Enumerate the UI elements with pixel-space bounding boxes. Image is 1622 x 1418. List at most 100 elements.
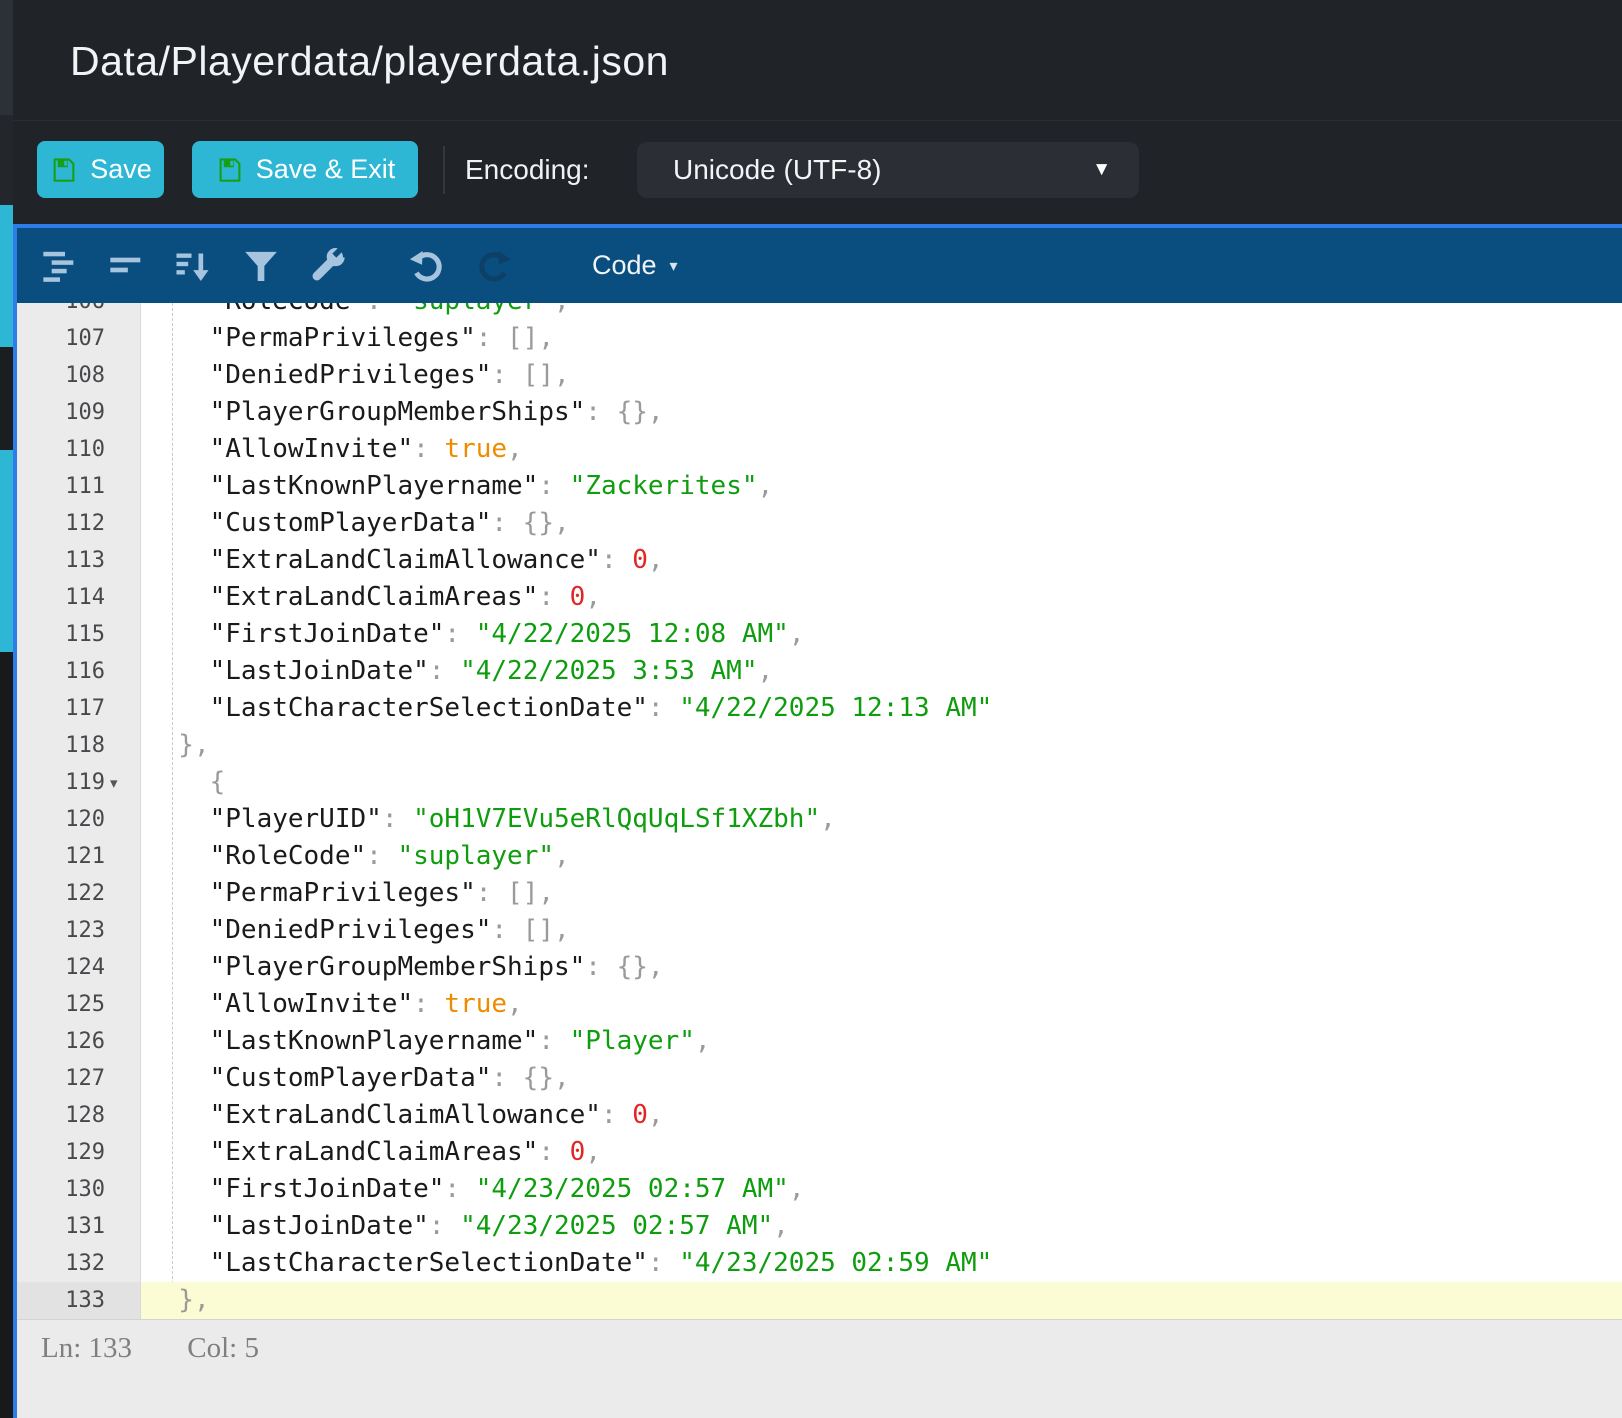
code-line-text[interactable]: "RoleCode": "suplayer",: [141, 303, 1622, 320]
mode-selector-label: Code: [592, 250, 657, 281]
code-line-text[interactable]: "ExtraLandClaimAreas": 0,: [141, 1134, 1622, 1171]
code-line[interactable]: 131 "LastJoinDate": "4/23/2025 02:57 AM"…: [17, 1208, 1622, 1245]
line-number: 115: [17, 622, 105, 647]
code-line[interactable]: 126 "LastKnownPlayername": "Player",: [17, 1023, 1622, 1060]
code-line-text[interactable]: "DeniedPrivileges": [],: [141, 912, 1622, 949]
code-line[interactable]: 125 "AllowInvite": true,: [17, 986, 1622, 1023]
file-editor-window: Data/Playerdata/playerdata.json Save Sav…: [0, 0, 1622, 1418]
edge-segment: [0, 0, 13, 115]
code-line[interactable]: 117 "LastCharacterSelectionDate": "4/22/…: [17, 690, 1622, 727]
encoding-label: Encoding:: [465, 141, 590, 198]
code-line-text[interactable]: "LastKnownPlayername": "Zackerites",: [141, 468, 1622, 505]
code-line[interactable]: 128 "ExtraLandClaimAllowance": 0,: [17, 1097, 1622, 1134]
code-line-text[interactable]: "LastJoinDate": "4/22/2025 3:53 AM",: [141, 653, 1622, 690]
code-line-text[interactable]: "AllowInvite": true,: [141, 986, 1622, 1023]
format-button[interactable]: [39, 245, 81, 287]
code-line[interactable]: 107 "PermaPrivileges": [],: [17, 320, 1622, 357]
repair-button[interactable]: [307, 245, 349, 287]
gutter-cell: 120: [17, 801, 141, 838]
underlying-page-edge: [0, 0, 13, 1418]
code-line-text[interactable]: "PlayerGroupMemberShips": {},: [141, 949, 1622, 986]
code-line[interactable]: 106 "RoleCode": "suplayer",: [17, 303, 1622, 320]
edge-segment: [0, 115, 13, 205]
status-bar: Ln: 133 Col: 5: [17, 1319, 1622, 1418]
undo-button[interactable]: [406, 245, 448, 287]
code-line-text[interactable]: "FirstJoinDate": "4/23/2025 02:57 AM",: [141, 1171, 1622, 1208]
chevron-down-icon: ▼: [1092, 159, 1111, 181]
code-line-text[interactable]: "RoleCode": "suplayer",: [141, 838, 1622, 875]
sort-button[interactable]: [173, 245, 215, 287]
code-line[interactable]: 108 "DeniedPrivileges": [],: [17, 357, 1622, 394]
code-line-text[interactable]: "CustomPlayerData": {},: [141, 505, 1622, 542]
encoding-dropdown[interactable]: Unicode (UTF-8) ▼: [637, 142, 1139, 198]
chevron-down-icon: ▾: [670, 256, 678, 276]
code-line-text[interactable]: "DeniedPrivileges": [],: [141, 357, 1622, 394]
code-line-text[interactable]: "PermaPrivileges": [],: [141, 320, 1622, 357]
code-line[interactable]: 119▾ {: [17, 764, 1622, 801]
code-line[interactable]: 130 "FirstJoinDate": "4/23/2025 02:57 AM…: [17, 1171, 1622, 1208]
code-line-text[interactable]: "PlayerUID": "oH1V7EVu5eRlQqUqLSf1XZbh",: [141, 801, 1622, 838]
redo-icon: [474, 246, 514, 286]
code-line-text[interactable]: "ExtraLandClaimAllowance": 0,: [141, 542, 1622, 579]
gutter-cell: 117: [17, 690, 141, 727]
code-line[interactable]: 122 "PermaPrivileges": [],: [17, 875, 1622, 912]
gutter-cell: 131: [17, 1208, 141, 1245]
mode-selector[interactable]: Code ▾: [586, 249, 684, 282]
compact-button[interactable]: [106, 245, 148, 287]
code-line[interactable]: 110 "AllowInvite": true,: [17, 431, 1622, 468]
code-line[interactable]: 109 "PlayerGroupMemberShips": {},: [17, 394, 1622, 431]
code-line[interactable]: 121 "RoleCode": "suplayer",: [17, 838, 1622, 875]
gutter-cell: 124: [17, 949, 141, 986]
code-line[interactable]: 112 "CustomPlayerData": {},: [17, 505, 1622, 542]
code-line[interactable]: 129 "ExtraLandClaimAreas": 0,: [17, 1134, 1622, 1171]
save-button-label: Save: [90, 154, 152, 185]
code-editor-area[interactable]: 106 "RoleCode": "suplayer",107 "PermaPri…: [17, 303, 1622, 1319]
code-line-text[interactable]: "ExtraLandClaimAreas": 0,: [141, 579, 1622, 616]
code-line-text[interactable]: "LastKnownPlayername": "Player",: [141, 1023, 1622, 1060]
code-line-text[interactable]: "PlayerGroupMemberShips": {},: [141, 394, 1622, 431]
code-line-text[interactable]: "ExtraLandClaimAllowance": 0,: [141, 1097, 1622, 1134]
code-line-text[interactable]: "PermaPrivileges": [],: [141, 875, 1622, 912]
transform-filter-button[interactable]: [240, 245, 282, 287]
save-button[interactable]: Save: [37, 141, 164, 198]
gutter-cell: 121: [17, 838, 141, 875]
code-line[interactable]: 123 "DeniedPrivileges": [],: [17, 912, 1622, 949]
status-line-indicator: Ln: 133: [41, 1332, 132, 1364]
code-line-text[interactable]: {: [141, 764, 1622, 801]
code-line-text[interactable]: "LastCharacterSelectionDate": "4/22/2025…: [141, 690, 1622, 727]
fold-toggle-icon[interactable]: ▾: [105, 774, 140, 792]
code-line-text[interactable]: },: [141, 1282, 1622, 1319]
code-line[interactable]: 127 "CustomPlayerData": {},: [17, 1060, 1622, 1097]
redo-button[interactable]: [473, 245, 515, 287]
line-number: 124: [17, 955, 105, 980]
code-line[interactable]: 132 "LastCharacterSelectionDate": "4/23/…: [17, 1245, 1622, 1282]
page-title: Data/Playerdata/playerdata.json: [70, 38, 669, 85]
code-line[interactable]: 111 "LastKnownPlayername": "Zackerites",: [17, 468, 1622, 505]
line-number: 119: [17, 770, 105, 795]
code-line-text[interactable]: "CustomPlayerData": {},: [141, 1060, 1622, 1097]
gutter-cell: 128: [17, 1097, 141, 1134]
code-line-text[interactable]: "LastJoinDate": "4/23/2025 02:57 AM",: [141, 1208, 1622, 1245]
header-divider: [13, 120, 1622, 121]
line-number: 116: [17, 659, 105, 684]
code-line[interactable]: 133 },: [17, 1282, 1622, 1319]
code-line[interactable]: 116 "LastJoinDate": "4/22/2025 3:53 AM",: [17, 653, 1622, 690]
gutter-cell: 112: [17, 505, 141, 542]
code-line[interactable]: 115 "FirstJoinDate": "4/22/2025 12:08 AM…: [17, 616, 1622, 653]
json-editor: Code ▾ 106 "RoleCode": "suplayer",107 "P…: [13, 224, 1622, 1418]
code-line-text[interactable]: "AllowInvite": true,: [141, 431, 1622, 468]
save-and-exit-button[interactable]: Save & Exit: [192, 141, 418, 198]
code-line[interactable]: 120 "PlayerUID": "oH1V7EVu5eRlQqUqLSf1XZ…: [17, 801, 1622, 838]
code-line[interactable]: 118 },: [17, 727, 1622, 764]
code-line[interactable]: 113 "ExtraLandClaimAllowance": 0,: [17, 542, 1622, 579]
code-line-text[interactable]: "LastCharacterSelectionDate": "4/23/2025…: [141, 1245, 1622, 1282]
code-line-text[interactable]: },: [141, 727, 1622, 764]
line-number: 113: [17, 548, 105, 573]
line-number: 117: [17, 696, 105, 721]
floppy-disk-icon: [49, 155, 79, 185]
code-line[interactable]: 124 "PlayerGroupMemberShips": {},: [17, 949, 1622, 986]
code-line[interactable]: 114 "ExtraLandClaimAreas": 0,: [17, 579, 1622, 616]
gutter-cell: 107: [17, 320, 141, 357]
gutter-cell: 127: [17, 1060, 141, 1097]
code-line-text[interactable]: "FirstJoinDate": "4/22/2025 12:08 AM",: [141, 616, 1622, 653]
